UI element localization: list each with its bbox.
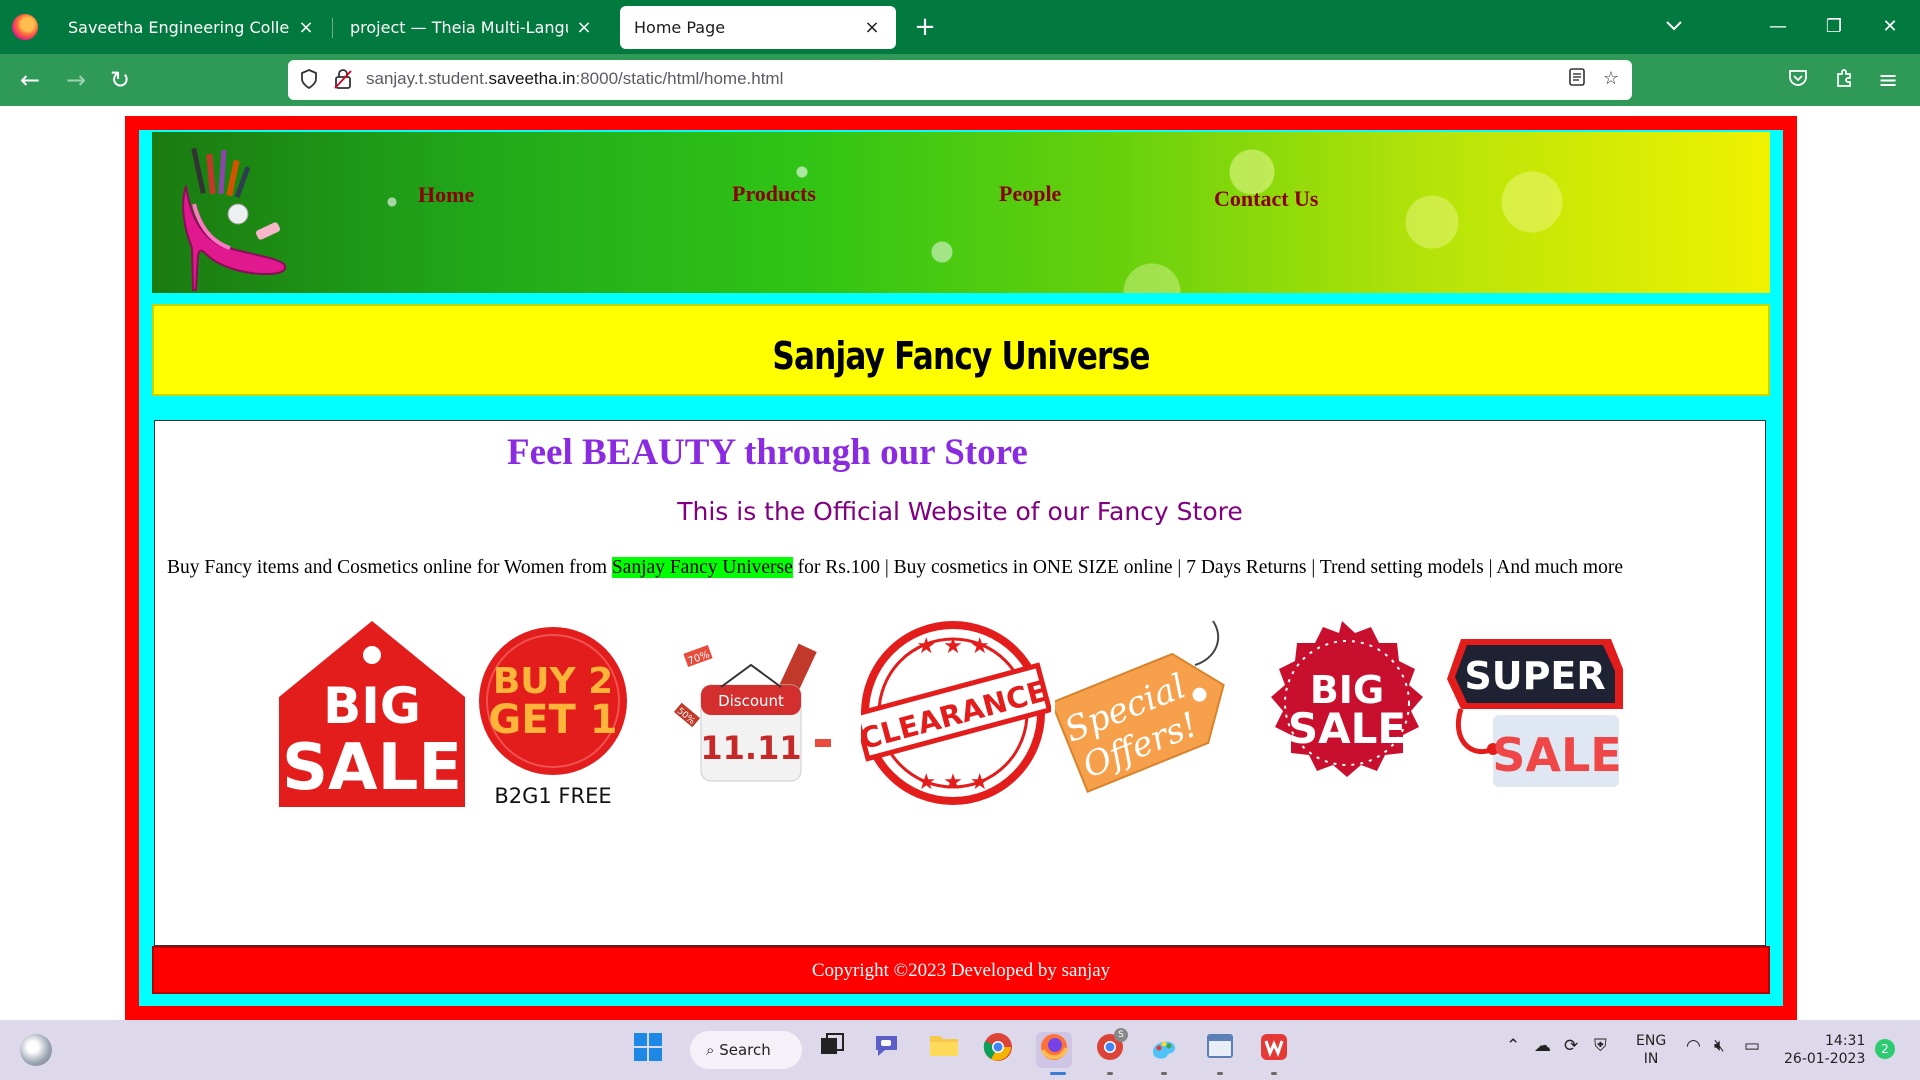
- tab-saveetha[interactable]: Saveetha Engineering College ×: [54, 6, 330, 49]
- new-tab-button[interactable]: +: [910, 10, 940, 44]
- tracking-protection-shield-icon[interactable]: [300, 69, 320, 91]
- security-shield-icon[interactable]: ⛨: [1594, 1036, 1607, 1056]
- running-app-indicator: [1107, 1072, 1113, 1075]
- active-app-indicator: [1050, 1072, 1066, 1075]
- notification-badge[interactable]: 2: [1875, 1039, 1895, 1059]
- nav-link-home[interactable]: Home: [418, 182, 474, 208]
- svg-text:Discount: Discount: [718, 692, 784, 710]
- svg-text:BUY 2: BUY 2: [493, 661, 613, 702]
- pocket-icon[interactable]: [1780, 62, 1816, 98]
- tagline-heading: Feel BEAUTY through our Store: [507, 432, 1028, 473]
- taskbar-search-box[interactable]: ⌕ Search: [690, 1031, 802, 1069]
- svg-text:BIG: BIG: [323, 677, 421, 735]
- svg-text:GET 1: GET 1: [488, 697, 617, 743]
- site-header: Home Products People Contact Us: [152, 132, 1770, 293]
- extensions-icon[interactable]: [1826, 62, 1862, 98]
- tab-close-icon[interactable]: ×: [574, 17, 594, 38]
- site-footer: Copyright ©2023 Developed by sanjay: [152, 946, 1770, 994]
- clock[interactable]: 14:31 26-01-2023: [1784, 1032, 1865, 1068]
- page-cyan-frame: Home Products People Contact Us Sanjay F…: [139, 130, 1783, 1006]
- tab-divider: [332, 18, 333, 38]
- bookmark-star-icon[interactable]: ☆: [1598, 68, 1624, 92]
- window-app-icon[interactable]: [1202, 1032, 1238, 1068]
- chrome-icon[interactable]: [980, 1032, 1016, 1068]
- weather-widget-icon[interactable]: [20, 1034, 52, 1066]
- tab-close-icon[interactable]: ×: [296, 17, 316, 38]
- svg-text:SUPER: SUPER: [1464, 654, 1605, 698]
- browser-nav-bar: ← → ↻ sanjay.t.student.saveetha.in:8000/…: [0, 54, 1920, 106]
- insecure-lock-icon[interactable]: [334, 68, 354, 92]
- clock-date: 26-01-2023: [1784, 1051, 1866, 1067]
- tab-title: Home Page: [634, 18, 726, 37]
- big-sale-seal-image: BIG SALE: [1271, 621, 1423, 777]
- url-text[interactable]: sanjay.t.student.saveetha.in:8000/static…: [366, 69, 783, 89]
- special-offers-tag-image: Special Offers!: [1055, 620, 1225, 793]
- firefox-logo-icon[interactable]: [12, 14, 38, 40]
- running-app-indicator: [1161, 1072, 1167, 1075]
- tab-home-page[interactable]: Home Page ×: [620, 6, 896, 49]
- windows-start-icon[interactable]: [630, 1032, 666, 1068]
- main-content: Feel BEAUTY through our Store This is th…: [154, 420, 1766, 946]
- app-menu-icon[interactable]: ≡: [1870, 62, 1906, 98]
- search-icon: ⌕: [706, 1041, 715, 1059]
- search-label: Search: [719, 1041, 771, 1059]
- task-view-icon[interactable]: [814, 1032, 850, 1068]
- site-title: Sanjay Fancy Universe: [772, 334, 1150, 378]
- nav-link-people[interactable]: People: [999, 181, 1061, 207]
- copyright-text: Copyright ©2023 Developed by sanjay: [811, 960, 1111, 981]
- discount-1111-calendar-image: 70% 50% Discount 11.11: [673, 643, 831, 782]
- svg-text:★ ★ ★: ★ ★ ★: [916, 770, 989, 795]
- nav-link-contact-us[interactable]: Contact Us: [1214, 186, 1319, 212]
- store-description: Buy Fancy items and Cosmetics online for…: [167, 557, 1623, 578]
- clearance-stamp-image: ★ ★ ★ ★ ★ ★ CLEARANCE: [861, 621, 1051, 805]
- running-app-indicator: [1217, 1072, 1223, 1075]
- svg-text:SALE: SALE: [1288, 704, 1406, 753]
- language-indicator[interactable]: ENG IN: [1636, 1032, 1666, 1068]
- clock-time: 14:31: [1825, 1033, 1866, 1049]
- super-sale-tag-image: SUPER SALE: [1447, 639, 1623, 787]
- svg-text:11.11: 11.11: [700, 729, 801, 767]
- browser-tab-bar: Saveetha Engineering College × project —…: [0, 0, 1920, 54]
- tab-title: Saveetha Engineering College: [68, 18, 290, 37]
- list-all-tabs-icon[interactable]: [1654, 8, 1694, 46]
- reader-view-icon[interactable]: [1564, 68, 1590, 92]
- high-heel-cosmetics-logo-icon: [182, 147, 287, 291]
- teams-chat-icon[interactable]: [870, 1032, 906, 1068]
- running-app-indicator: [1271, 1072, 1277, 1075]
- tab-theia-project[interactable]: project — Theia Multi-Language Ex ×: [336, 6, 608, 49]
- file-explorer-icon[interactable]: [926, 1032, 962, 1068]
- volume-muted-icon[interactable]: 🔇︎: [1714, 1036, 1725, 1056]
- chrome-profile-icon[interactable]: S: [1092, 1028, 1128, 1068]
- windows-taskbar: ⌕ Search S ⌃ ☁ ⟳ ⛨ ENG IN ◠ 🔇︎ ▭ 14:31 2…: [0, 1020, 1920, 1080]
- svg-text:★ ★ ★: ★ ★ ★: [916, 634, 989, 659]
- firefox-taskbar-icon[interactable]: [1036, 1032, 1072, 1068]
- site-title-banner: Sanjay Fancy Universe: [152, 304, 1770, 396]
- reload-icon[interactable]: ↻: [102, 62, 138, 98]
- wifi-icon[interactable]: ◠: [1686, 1036, 1701, 1056]
- close-window-button[interactable]: ✕: [1870, 8, 1910, 46]
- svg-text:SALE: SALE: [282, 731, 462, 805]
- tab-title: project — Theia Multi-Language Ex: [350, 18, 568, 37]
- show-hidden-icons-chevron-icon[interactable]: ⌃: [1506, 1036, 1520, 1056]
- buy2-get1-badge-image: BUY 2 GET 1 B2G1 FREE: [479, 627, 627, 808]
- address-bar[interactable]: sanjay.t.student.saveetha.in:8000/static…: [288, 60, 1632, 100]
- subtagline-heading: This is the Official Website of our Fanc…: [677, 497, 1243, 526]
- restore-button[interactable]: ❐: [1814, 8, 1854, 46]
- minimize-button[interactable]: —: [1758, 8, 1798, 46]
- big-sale-tag-image: BIG SALE: [279, 621, 465, 807]
- profile-badge: S: [1114, 1028, 1128, 1042]
- paint-app-icon[interactable]: [1146, 1032, 1182, 1068]
- tab-close-icon[interactable]: ×: [862, 17, 882, 38]
- back-arrow-icon[interactable]: ←: [12, 62, 48, 98]
- svg-text:SALE: SALE: [1492, 728, 1621, 782]
- forward-arrow-icon[interactable]: →: [58, 62, 94, 98]
- nav-link-products[interactable]: Products: [732, 181, 816, 207]
- page-red-frame: Home Products People Contact Us Sanjay F…: [125, 116, 1797, 1020]
- svg-text:B2G1 FREE: B2G1 FREE: [494, 784, 611, 808]
- wps-office-icon[interactable]: [1256, 1032, 1292, 1068]
- store-name-highlight: Sanjay Fancy Universe: [611, 557, 793, 578]
- onedrive-cloud-icon[interactable]: ☁: [1534, 1036, 1551, 1056]
- sync-icon[interactable]: ⟳: [1564, 1036, 1578, 1056]
- battery-icon[interactable]: ▭: [1744, 1036, 1760, 1056]
